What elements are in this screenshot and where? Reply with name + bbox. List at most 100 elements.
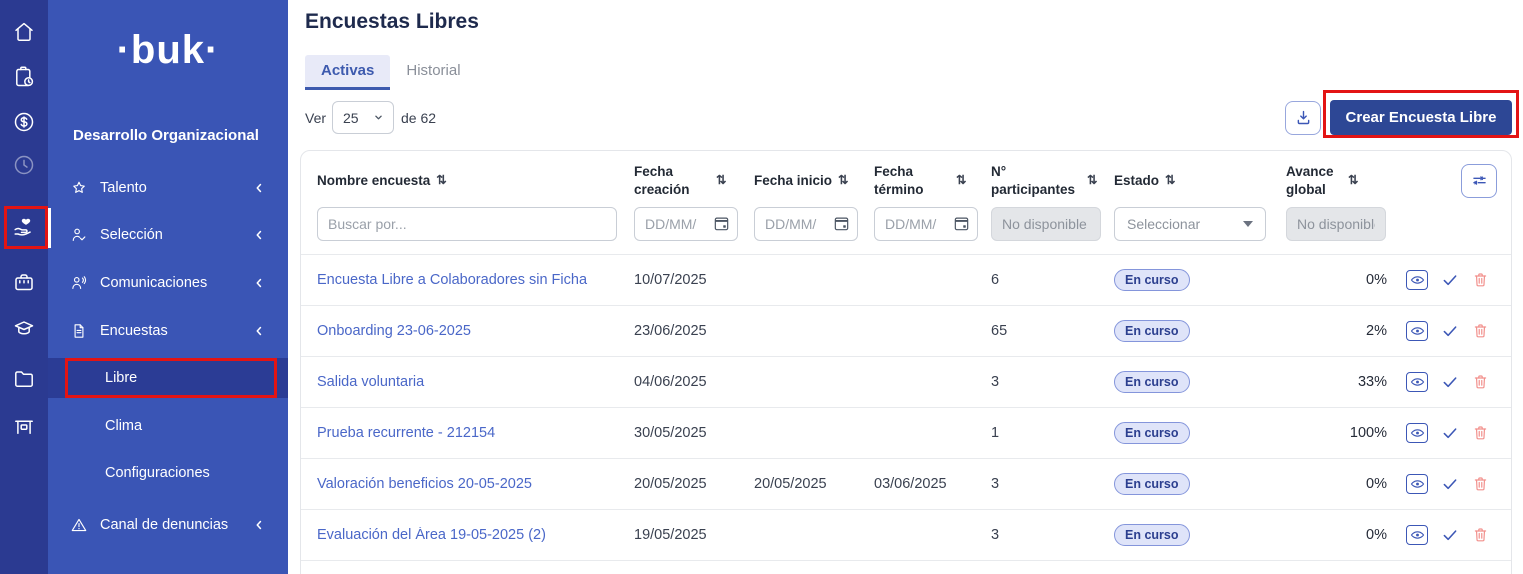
- avance-cell: 100%: [1286, 425, 1406, 441]
- survey-name-link[interactable]: Evaluación del Área 19-05-2025 (2): [317, 527, 634, 543]
- estado-cell: En curso: [1114, 473, 1286, 495]
- tab-historial[interactable]: Historial: [390, 55, 476, 90]
- total-count-label: de 62: [401, 110, 436, 126]
- col-participantes: N° participantes: [991, 163, 1114, 198]
- survey-name-link[interactable]: Valoración beneficios 20-05-2025: [317, 476, 634, 492]
- table-row: Evaluación del Área 19-05-2025 (2) 19/05…: [301, 509, 1511, 560]
- row-actions: [1406, 525, 1497, 545]
- col-fecha-termino: Fecha término: [874, 163, 991, 198]
- estado-cell: En curso: [1114, 422, 1286, 444]
- date-input-creacion[interactable]: [634, 207, 738, 241]
- sidebar-item-label: Canal de denuncias: [100, 517, 228, 533]
- participantes-cell: 3: [991, 374, 1114, 390]
- participantes-cell: 3: [991, 527, 1114, 543]
- lunchbox-nav[interactable]: [12, 270, 36, 294]
- view-results-button[interactable]: [1406, 474, 1428, 494]
- row-actions: [1406, 372, 1497, 392]
- delete-button[interactable]: [1472, 322, 1489, 340]
- sort-icon[interactable]: [1348, 172, 1358, 188]
- view-results-button[interactable]: [1406, 270, 1428, 290]
- delete-button[interactable]: [1472, 475, 1489, 493]
- sort-icon[interactable]: [1087, 172, 1097, 188]
- table-header-row: Nombre encuesta Fecha creación Fecha ini…: [301, 151, 1511, 198]
- view-results-button[interactable]: [1406, 321, 1428, 341]
- approve-button[interactable]: [1441, 373, 1459, 391]
- trash-icon: [1472, 424, 1489, 442]
- sidebar-item-talento[interactable]: Talento: [48, 168, 288, 208]
- survey-name-link[interactable]: Onboarding 23-06-2025: [317, 323, 634, 339]
- benefits-hand-heart-icon: [12, 215, 36, 239]
- eye-icon: [1410, 427, 1425, 439]
- sidebar-item-libre[interactable]: Libre: [48, 358, 288, 398]
- attendance-clipboard-nav[interactable]: [12, 65, 36, 89]
- chevron-left-icon[interactable]: [252, 276, 266, 290]
- chevron-left-icon[interactable]: [252, 228, 266, 242]
- page-size-select[interactable]: 25: [332, 101, 394, 134]
- sidebar-item-canal-de-denuncias[interactable]: Canal de denuncias: [48, 505, 288, 545]
- participants-filter-disabled: [991, 207, 1101, 241]
- table-row: Valoración beneficios 20-05-2025 20/05/2…: [301, 458, 1511, 509]
- tab-activas[interactable]: Activas: [305, 55, 390, 90]
- table-row: Encuesta Libre a Colaboradores sin Ficha…: [301, 254, 1511, 305]
- benefits-hand-heart-nav[interactable]: [12, 215, 36, 239]
- sidebar-item-configuraciones[interactable]: Configuraciones: [48, 453, 288, 493]
- sort-icon[interactable]: [1165, 172, 1175, 188]
- sidebar-item-clima[interactable]: Clima: [48, 406, 288, 446]
- sort-icon[interactable]: [838, 172, 848, 188]
- trash-icon: [1472, 322, 1489, 340]
- survey-name-link[interactable]: Prueba recurrente - 212154: [317, 425, 634, 441]
- view-results-button[interactable]: [1406, 372, 1428, 392]
- chevron-left-icon[interactable]: [252, 324, 266, 338]
- star-icon: [70, 179, 88, 197]
- sidebar-item-selección[interactable]: Selección: [48, 215, 288, 255]
- status-badge: En curso: [1114, 371, 1190, 393]
- training-cap-nav[interactable]: [12, 317, 36, 341]
- approve-button[interactable]: [1441, 271, 1459, 289]
- eye-icon: [1410, 529, 1425, 541]
- sidebar-item-encuestas[interactable]: Encuestas: [48, 311, 288, 351]
- table-row: Salida voluntaria 04/06/2025 3 En curso …: [301, 356, 1511, 407]
- create-survey-button[interactable]: Crear Encuesta Libre: [1330, 100, 1512, 135]
- sort-icon[interactable]: [956, 172, 966, 188]
- approve-button[interactable]: [1441, 322, 1459, 340]
- approve-button[interactable]: [1441, 475, 1459, 493]
- delete-button[interactable]: [1472, 373, 1489, 391]
- sidebar-item-label: Comunicaciones: [100, 275, 207, 291]
- surveys-table: Nombre encuesta Fecha creación Fecha ini…: [300, 150, 1512, 574]
- view-results-button[interactable]: [1406, 423, 1428, 443]
- tab-bar: Activas Historial: [305, 55, 1523, 90]
- status-filter-select[interactable]: Seleccionar: [1114, 207, 1266, 241]
- sort-icon[interactable]: [436, 172, 446, 188]
- counter-nav[interactable]: [12, 414, 36, 438]
- fecha-creacion-cell: 30/05/2025: [634, 425, 754, 441]
- caret-down-icon: [1243, 221, 1253, 227]
- payroll-dollar-nav[interactable]: [12, 110, 36, 134]
- search-input[interactable]: [317, 207, 617, 241]
- delete-button[interactable]: [1472, 526, 1489, 544]
- time-clock-nav[interactable]: [12, 153, 36, 177]
- home-nav[interactable]: [12, 20, 36, 44]
- status-badge: En curso: [1114, 269, 1190, 291]
- survey-name-link[interactable]: Salida voluntaria: [317, 374, 634, 390]
- column-settings-button[interactable]: [1461, 164, 1497, 198]
- view-results-button[interactable]: [1406, 525, 1428, 545]
- delete-button[interactable]: [1472, 271, 1489, 289]
- folder-nav[interactable]: [12, 367, 36, 391]
- chevron-left-icon[interactable]: [252, 181, 266, 195]
- sidebar-item-comunicaciones[interactable]: Comunicaciones: [48, 263, 288, 303]
- col-estado: Estado: [1114, 172, 1286, 190]
- sort-icon[interactable]: [716, 172, 726, 188]
- delete-button[interactable]: [1472, 424, 1489, 442]
- check-icon: [1441, 271, 1459, 289]
- eye-icon: [1410, 478, 1425, 490]
- approve-button[interactable]: [1441, 526, 1459, 544]
- date-input-inicio[interactable]: [754, 207, 858, 241]
- participantes-cell: 1: [991, 425, 1114, 441]
- status-badge: En curso: [1114, 473, 1190, 495]
- approve-button[interactable]: [1441, 424, 1459, 442]
- fecha-inicio-cell: 20/05/2025: [754, 476, 874, 492]
- download-button[interactable]: [1285, 101, 1321, 135]
- date-input-termino[interactable]: [874, 207, 978, 241]
- chevron-left-icon[interactable]: [252, 518, 266, 532]
- survey-name-link[interactable]: Encuesta Libre a Colaboradores sin Ficha: [317, 272, 634, 288]
